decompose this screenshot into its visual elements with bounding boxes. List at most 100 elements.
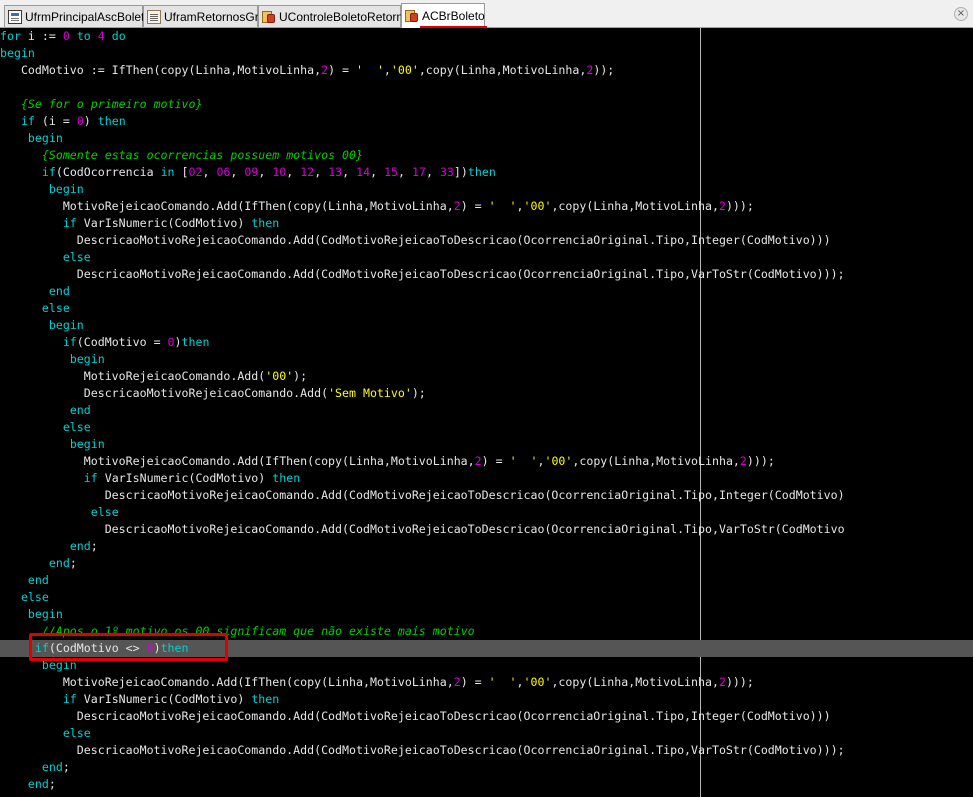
- code-token-id: ;: [62, 760, 70, 774]
- code-line[interactable]: if(CodMotivo = 0)then: [0, 334, 973, 351]
- code-line[interactable]: begin: [0, 317, 973, 334]
- code-token-id: VarIsNumeric(CodMotivo): [97, 471, 273, 485]
- code-token-id: [0, 182, 49, 196]
- code-token-id: )));: [746, 454, 775, 468]
- code-token-id: [0, 590, 21, 604]
- code-line[interactable]: end;: [0, 555, 973, 572]
- code-line[interactable]: {Se for o primeiro motivo}: [0, 96, 973, 113]
- code-line[interactable]: begin: [0, 606, 973, 623]
- code-line[interactable]: else: [0, 504, 973, 521]
- code-line[interactable]: begin: [0, 657, 973, 674]
- code-token-id: VarIsNumeric(CodMotivo): [76, 692, 252, 706]
- code-token-id: [0, 573, 28, 587]
- code-line[interactable]: DescricaoMotivoRejeicaoComando.Add(CodMo…: [0, 708, 973, 725]
- code-line[interactable]: end;: [0, 759, 973, 776]
- code-line[interactable]: if(CodOcorrencia in [02, 06, 09, 10, 12,…: [0, 164, 973, 181]
- code-line[interactable]: DescricaoMotivoRejeicaoComando.Add(CodMo…: [0, 487, 973, 504]
- tab-uframretornosgrid[interactable]: UframRetornosGrid: [143, 5, 268, 27]
- code-line[interactable]: if VarIsNumeric(CodMotivo) then: [0, 470, 973, 487]
- code-token-id: ,: [516, 199, 524, 213]
- code-line[interactable]: DescricaoMotivoRejeicaoComando.Add(CodMo…: [0, 232, 973, 249]
- code-token-str: '00': [523, 199, 552, 213]
- code-token-id: [105, 29, 112, 43]
- code-token-num: 13: [328, 165, 343, 179]
- code-line[interactable]: begin: [0, 45, 973, 62]
- code-token-kw: end: [48, 556, 70, 570]
- code-token-id: ,: [286, 165, 301, 179]
- tab-acbrboleto[interactable]: ACBrBoleto: [401, 3, 487, 28]
- code-line[interactable]: MotivoRejeicaoComando.Add(IfThen(copy(Li…: [0, 453, 973, 470]
- code-line[interactable]: end;: [0, 776, 973, 793]
- code-token-id: ));: [593, 63, 615, 77]
- code-line[interactable]: DescricaoMotivoRejeicaoComando.Add(CodMo…: [0, 521, 973, 538]
- tab-ucontroleboletoretorno[interactable]: UControleBoletoRetorno: [258, 5, 410, 27]
- code-line[interactable]: end: [0, 283, 973, 300]
- code-token-id: [0, 692, 63, 706]
- code-line[interactable]: [0, 79, 973, 96]
- code-token-num: 33: [439, 165, 454, 179]
- code-token-kw: end: [41, 760, 63, 774]
- code-line[interactable]: if VarIsNumeric(CodMotivo) then: [0, 691, 973, 708]
- code-token-id: )));: [725, 199, 754, 213]
- code-token-str: ' ': [488, 199, 517, 213]
- tab-label: UControleBoletoRetorno: [279, 9, 410, 24]
- code-token-num: 0: [146, 641, 154, 655]
- tab-label: ACBrBoleto: [420, 9, 487, 28]
- code-line[interactable]: for i := 0 to 4 do: [0, 28, 973, 45]
- close-tab-icon[interactable]: ×: [954, 7, 968, 21]
- code-token-id: [0, 624, 42, 638]
- code-line[interactable]: else: [0, 589, 973, 606]
- code-line[interactable]: if VarIsNumeric(CodMotivo) then: [0, 215, 973, 232]
- code-token-num: 09: [244, 165, 259, 179]
- code-token-num: 02: [188, 165, 203, 179]
- current-code-line[interactable]: if(CodMotivo <> 0)then: [0, 640, 973, 657]
- code-token-kw: else: [62, 726, 91, 740]
- code-line[interactable]: end;: [0, 538, 973, 555]
- code-token-kw: begin: [48, 182, 84, 196]
- code-line[interactable]: end: [0, 402, 973, 419]
- code-token-kw: if: [62, 216, 77, 230]
- tab-ufrmprincipalascboleto[interactable]: UfrmPrincipalAscBoleto: [4, 5, 151, 27]
- code-token-id: [0, 437, 70, 451]
- code-editor[interactable]: for i := 0 to 4 do begin CodMotivo := IfT…: [0, 28, 973, 797]
- code-line[interactable]: begin: [0, 351, 973, 368]
- code-line[interactable]: {Somente estas ocorrencias possuem motiv…: [0, 147, 973, 164]
- code-token-kw: begin: [48, 318, 84, 332]
- code-line[interactable]: MotivoRejeicaoComando.Add(IfThen(copy(Li…: [0, 674, 973, 691]
- code-line[interactable]: begin: [0, 181, 973, 198]
- code-line[interactable]: begin: [0, 436, 973, 453]
- code-token-id: ,copy(Linha,MotivoLinha,: [551, 675, 719, 689]
- code-line[interactable]: DescricaoMotivoRejeicaoComando.Add('Sem …: [0, 385, 973, 402]
- code-token-id: ): [153, 641, 161, 655]
- code-token-id: [0, 471, 84, 485]
- code-line[interactable]: CodMotivo := IfThen(copy(Linha,MotivoLin…: [0, 62, 973, 79]
- code-line[interactable]: DescricaoMotivoRejeicaoComando.Add(CodMo…: [0, 266, 973, 283]
- code-token-id: [0, 556, 49, 570]
- code-token-id: ,copy(Linha,MotivoLinha,: [572, 454, 740, 468]
- code-token-kw: if: [41, 165, 56, 179]
- code-token-id: ,: [425, 165, 440, 179]
- code-token-kw: to: [76, 29, 91, 43]
- code-token-id: ) =: [328, 63, 356, 77]
- code-token-kw: do: [111, 29, 126, 43]
- code-token-id: ,: [516, 675, 524, 689]
- code-line[interactable]: begin: [0, 130, 973, 147]
- code-token-id: ,: [202, 165, 217, 179]
- code-token-num: 12: [300, 165, 315, 179]
- code-line[interactable]: else: [0, 300, 973, 317]
- code-token-str: '00': [265, 369, 294, 383]
- code-token-num: 4: [97, 29, 105, 43]
- code-token-kw: end: [27, 573, 49, 587]
- code-line[interactable]: if (i = 0) then: [0, 113, 973, 130]
- code-line[interactable]: DescricaoMotivoRejeicaoComando.Add(CodMo…: [0, 742, 973, 759]
- code-token-id: DescricaoMotivoRejeicaoComando.Add(CodMo…: [0, 267, 845, 281]
- code-line[interactable]: MotivoRejeicaoComando.Add(IfThen(copy(Li…: [0, 198, 973, 215]
- code-token-id: ,: [370, 165, 385, 179]
- code-line[interactable]: end: [0, 572, 973, 589]
- code-line[interactable]: //Apos o 1º motivo os 00 significam que …: [0, 623, 973, 640]
- code-line[interactable]: MotivoRejeicaoComando.Add('00');: [0, 368, 973, 385]
- code-token-id: [0, 216, 63, 230]
- code-line[interactable]: else: [0, 419, 973, 436]
- code-line[interactable]: else: [0, 249, 973, 266]
- code-line[interactable]: else: [0, 725, 973, 742]
